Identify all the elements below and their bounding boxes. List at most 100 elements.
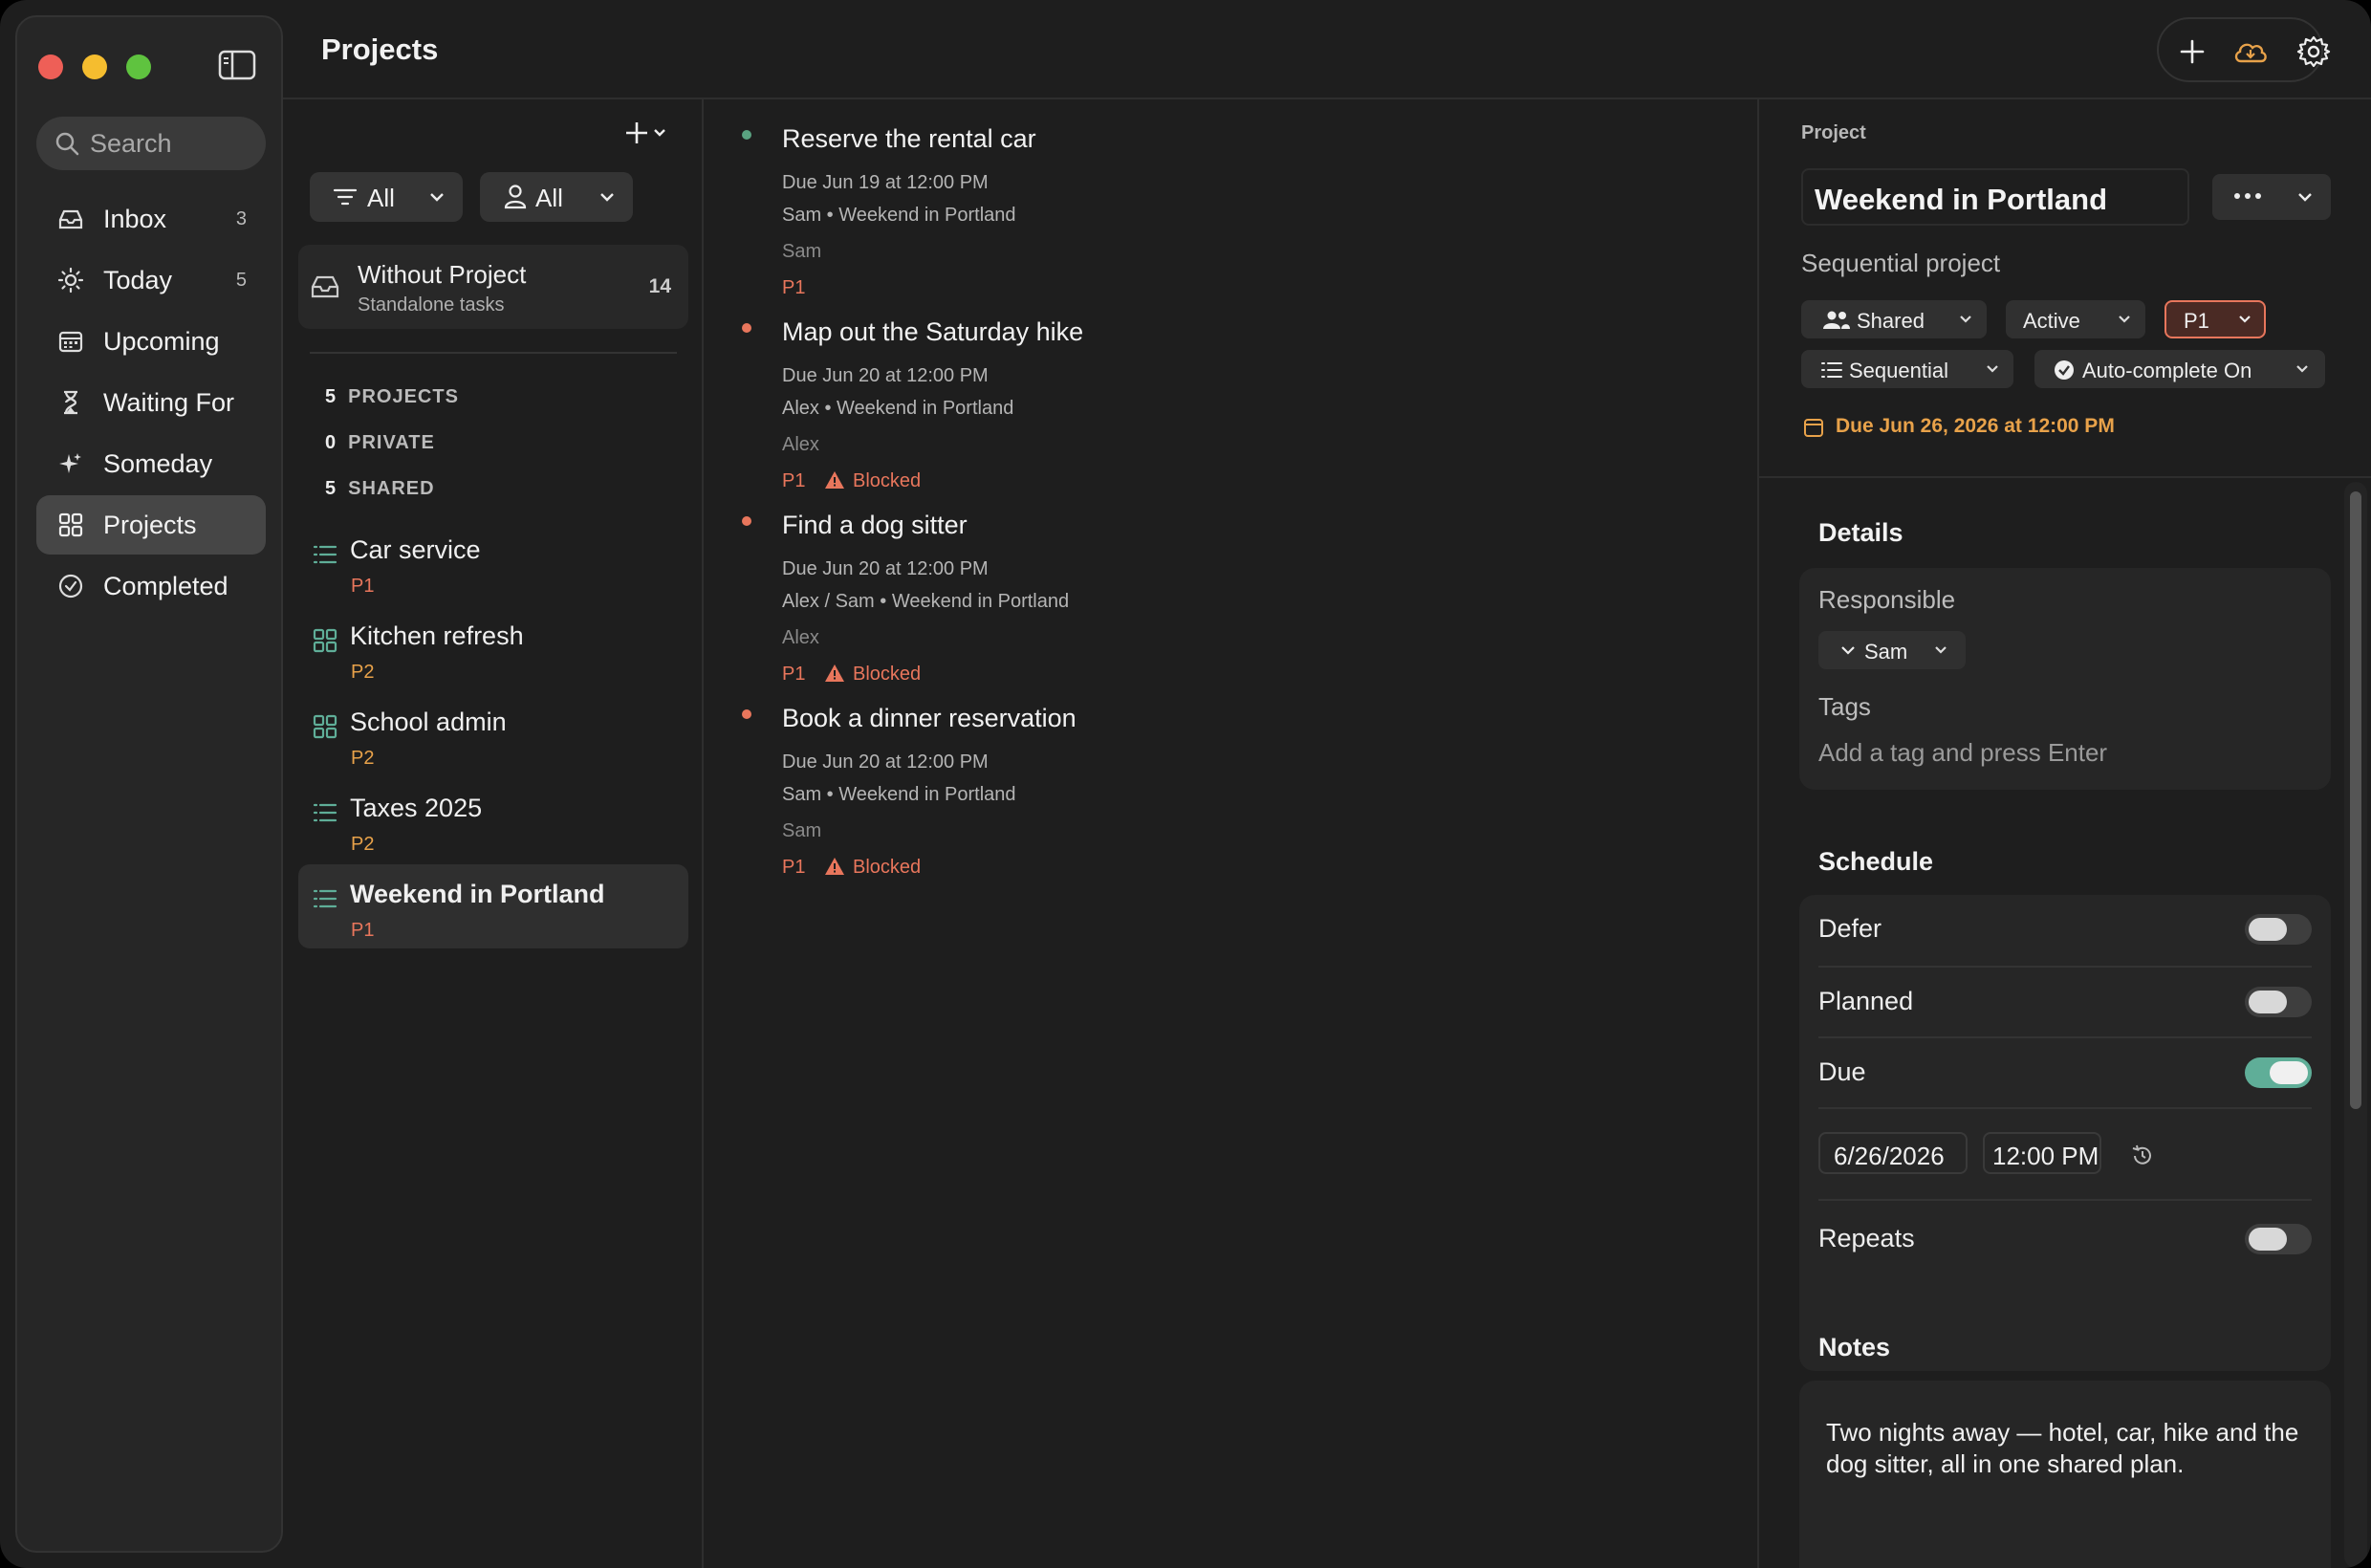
details-title: Details — [1818, 518, 1903, 547]
autocomplete-label: Auto-complete On — [2082, 359, 2252, 382]
sidebar-item-label: Completed — [103, 571, 228, 600]
task-item[interactable]: Reserve the rental car Due Jun 19 at 12:… — [706, 99, 1470, 298]
task-status-dot[interactable] — [742, 516, 751, 526]
sidebar-item-label: Projects — [103, 510, 197, 539]
sidebar-item-upcoming[interactable]: Upcoming — [36, 312, 266, 371]
page-title: Projects — [321, 33, 439, 66]
project-name: Weekend in Portland — [350, 880, 605, 908]
priority-label: P1 — [2184, 309, 2209, 333]
sidebar-item-label: Waiting For — [103, 387, 235, 417]
task-status-dot[interactable] — [742, 323, 751, 333]
sidebar-item-label: Inbox — [103, 204, 167, 233]
warning-icon — [825, 858, 844, 875]
project-item-kitchen-refresh[interactable]: Kitchen refresh P2 — [298, 606, 688, 690]
responsible-dropdown[interactable]: Sam — [1818, 631, 1966, 669]
tags-input[interactable]: Add a tag and press Enter — [1818, 738, 2107, 768]
minimize-window-button[interactable] — [82, 54, 107, 79]
notes-title: Notes — [1818, 1333, 1891, 1361]
sidebar-item-completed[interactable]: Completed — [36, 556, 266, 616]
gear-icon[interactable] — [2296, 19, 2365, 84]
list-icon — [312, 885, 338, 912]
task-status-dot[interactable] — [742, 709, 751, 719]
repeats-toggle[interactable] — [2245, 1224, 2312, 1254]
task-item[interactable]: Book a dinner reservation Due Jun 20 at … — [706, 679, 1470, 878]
project-more-menu[interactable] — [2212, 174, 2331, 220]
task-due: Due Jun 19 at 12:00 PM — [782, 172, 989, 193]
ordering-dropdown[interactable]: Sequential — [1801, 350, 2013, 388]
scrollbar[interactable] — [2344, 482, 2367, 1568]
without-project-count: 14 — [648, 275, 671, 297]
close-window-button[interactable] — [38, 54, 63, 79]
project-name-field[interactable]: Weekend in Portland — [1801, 168, 2189, 226]
sharing-dropdown[interactable]: Shared — [1801, 300, 1987, 338]
task-item[interactable]: Map out the Saturday hike Due Jun 20 at … — [706, 293, 1470, 491]
notes-field[interactable]: Two nights away — hotel, car, hike and t… — [1799, 1381, 2331, 1568]
blocked-badge: Blocked — [824, 857, 921, 879]
chevron-down-icon — [1958, 312, 1973, 327]
sidebar-item-projects[interactable]: Projects — [36, 495, 266, 555]
task-item[interactable]: Find a dog sitter Due Jun 20 at 12:00 PM… — [706, 486, 1470, 685]
project-item-school-admin[interactable]: School admin P2 — [298, 692, 688, 776]
sidebar-item-today[interactable]: Today 5 — [36, 250, 266, 310]
due-date-field[interactable]: 6/26/2026 — [1818, 1132, 1968, 1174]
add-project-menu-icon[interactable] — [623, 119, 675, 147]
autocomplete-dropdown[interactable]: Auto-complete On — [2034, 350, 2325, 388]
task-title: Map out the Saturday hike — [782, 317, 1084, 346]
sidebar-item-label: Someday — [103, 448, 213, 478]
due-time-field[interactable]: 12:00 PM — [1983, 1132, 2101, 1174]
notes-text: Two nights away — hotel, car, hike and t… — [1826, 1418, 2299, 1478]
person-filter-label: All — [535, 184, 563, 212]
list-icon — [312, 799, 338, 826]
zoom-window-button[interactable] — [126, 54, 151, 79]
ordering-label: Sequential — [1849, 359, 1948, 382]
check-circle-icon — [2054, 359, 2075, 381]
project-item-car-service[interactable]: Car service P1 — [298, 520, 688, 604]
sidebar-item-someday[interactable]: Someday — [36, 434, 266, 493]
due-toggle[interactable] — [2245, 1057, 2312, 1088]
project-item-weekend-in-portland[interactable]: Weekend in Portland P1 — [298, 864, 688, 948]
sidebar: Search Inbox 3 Today 5 Upcoming Waiting … — [15, 15, 283, 1553]
chevron-down-icon — [1933, 642, 1948, 658]
chevron-down-icon — [2295, 361, 2310, 377]
sharing-label: Shared — [1857, 309, 1925, 333]
without-project-item[interactable]: Without Project Standalone tasks 14 — [298, 245, 688, 329]
check-circle-icon — [57, 573, 84, 599]
task-title: Book a dinner reservation — [782, 704, 1077, 732]
calendar-icon — [1803, 417, 1824, 438]
divider — [1759, 476, 2371, 478]
history-icon[interactable] — [2130, 1143, 2155, 1168]
task-meta: Sam • Weekend in Portland — [782, 205, 1016, 226]
status-dropdown[interactable]: Active — [2006, 300, 2145, 338]
grid-icon — [312, 713, 338, 740]
task-assignee: Alex — [782, 434, 819, 455]
scrollbar-thumb[interactable] — [2350, 491, 2361, 1109]
status-label: Active — [2023, 309, 2080, 333]
defer-toggle[interactable] — [2245, 914, 2312, 945]
sidebar-item-inbox[interactable]: Inbox 3 — [36, 189, 266, 249]
task-due: Due Jun 20 at 12:00 PM — [782, 751, 989, 773]
cloud-sync-icon[interactable] — [2231, 19, 2300, 84]
stat-shared: 5 SHARED — [325, 478, 435, 499]
task-status-dot[interactable] — [742, 130, 751, 140]
inspector-kicker: Project — [1801, 122, 1866, 143]
more-icon — [2233, 190, 2262, 202]
sidebar-item-waiting-for[interactable]: Waiting For — [36, 373, 266, 432]
list-icon — [312, 541, 338, 568]
grid-icon — [312, 627, 338, 654]
inbox-icon — [57, 206, 84, 232]
schedule-title: Schedule — [1818, 847, 1934, 876]
status-filter-dropdown[interactable]: All — [310, 172, 463, 222]
divider — [1818, 1199, 2312, 1201]
projects-pane: All All Without Project Standalone tasks… — [283, 99, 704, 1568]
person-filter-dropdown[interactable]: All — [480, 172, 633, 222]
planned-toggle[interactable] — [2245, 987, 2312, 1017]
divider — [1818, 1036, 2312, 1038]
project-item-taxes-2025[interactable]: Taxes 2025 P2 — [298, 778, 688, 862]
sidebar-item-count: 5 — [235, 269, 247, 291]
task-due: Due Jun 20 at 12:00 PM — [782, 365, 989, 386]
project-priority: P2 — [351, 834, 375, 855]
due-date-value: 6/26/2026 — [1834, 1142, 1945, 1170]
search-input[interactable]: Search — [36, 117, 266, 170]
priority-dropdown[interactable]: P1 — [2164, 300, 2266, 338]
sidebar-toggle-icon[interactable] — [218, 50, 256, 80]
